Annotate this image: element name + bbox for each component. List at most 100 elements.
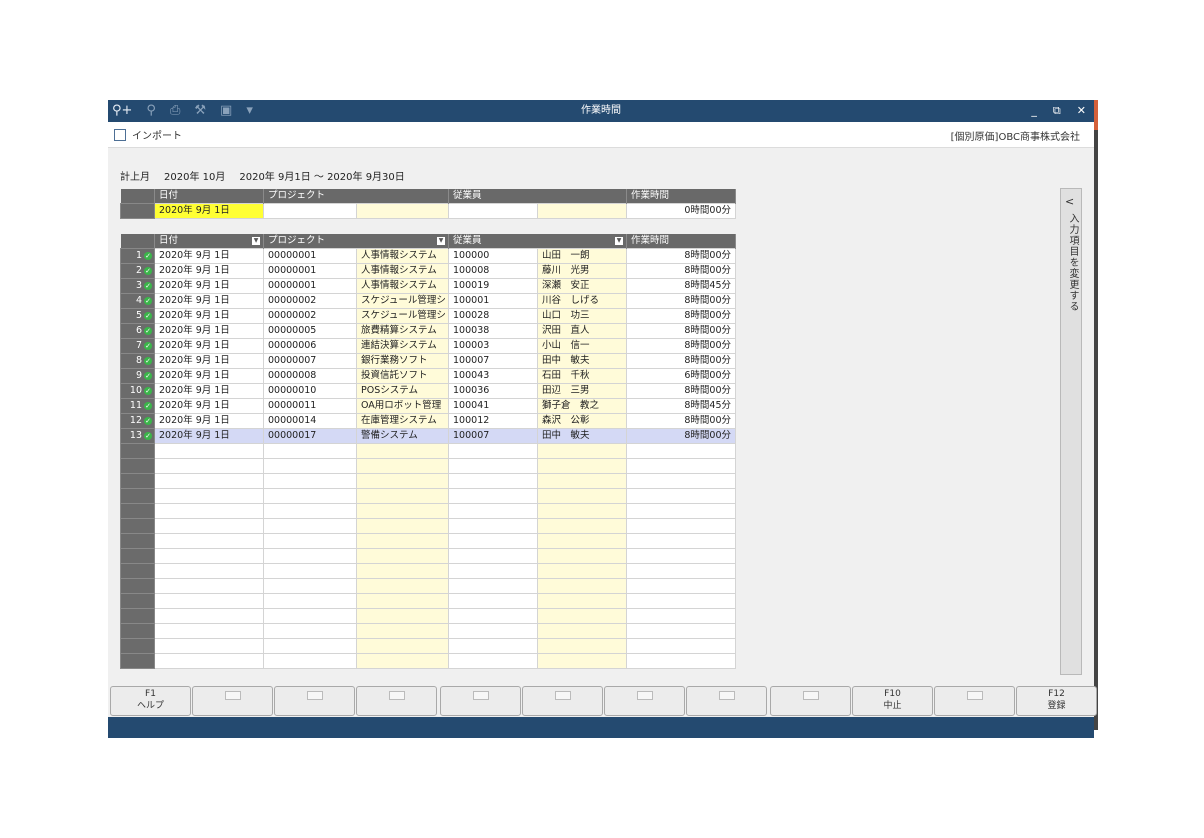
date-cell[interactable] — [154, 548, 264, 564]
table-row[interactable]: 9 ✓ 2020年 9月 1日 00000008 投資信託ソフト 100043 石田 千秋 6… — [120, 368, 737, 384]
employee-code-cell[interactable] — [448, 608, 539, 624]
table-row[interactable]: 7 ✓ 2020年 9月 1日 00000006 連結決算システム 100003 小山 信一… — [120, 338, 737, 354]
project-code-cell[interactable]: 00000001 — [263, 248, 357, 264]
project-code-cell[interactable] — [263, 608, 357, 624]
empty-row[interactable] — [120, 548, 737, 564]
employee-code-cell[interactable]: 100007 — [448, 428, 539, 444]
empty-row[interactable] — [120, 653, 737, 669]
hours-input[interactable]: 0時間00分 — [626, 203, 737, 219]
minimize-button[interactable]: _ — [1031, 100, 1037, 122]
date-cell[interactable]: 2020年 9月 1日 — [154, 413, 264, 429]
empty-row[interactable] — [120, 608, 737, 624]
project-code-cell[interactable]: 00000005 — [263, 323, 357, 339]
hours-cell[interactable]: 6時間00分 — [626, 368, 737, 384]
date-cell[interactable] — [154, 623, 264, 639]
project-code-cell[interactable]: 00000001 — [263, 278, 357, 294]
fkey-blank-button[interactable] — [604, 686, 685, 716]
project-code-cell[interactable] — [263, 623, 357, 639]
project-code-cell[interactable]: 00000001 — [263, 263, 357, 279]
hours-cell[interactable]: 8時間00分 — [626, 248, 737, 264]
date-cell[interactable] — [154, 578, 264, 594]
sort-dropdown-icon[interactable]: ▼ — [615, 237, 624, 245]
table-row[interactable]: 2 ✓ 2020年 9月 1日 00000001 人事情報システム 100008 藤川 光男… — [120, 263, 737, 279]
table-row[interactable]: 1 ✓ 2020年 9月 1日 00000001 人事情報システム 100000 山田 一朗… — [120, 248, 737, 264]
table-row[interactable]: 6 ✓ 2020年 9月 1日 00000005 旅費精算システム 100038 沢田 直人… — [120, 323, 737, 339]
project-code-cell[interactable]: 00000017 — [263, 428, 357, 444]
hours-cell[interactable]: 8時間00分 — [626, 293, 737, 309]
project-code-cell[interactable] — [263, 653, 357, 669]
employee-code-cell[interactable]: 100028 — [448, 308, 539, 324]
employee-code-cell[interactable]: 100000 — [448, 248, 539, 264]
fkey-blank-button[interactable] — [440, 686, 521, 716]
employee-code-cell[interactable] — [448, 593, 539, 609]
empty-row[interactable] — [120, 458, 737, 474]
employee-code-cell[interactable]: 100036 — [448, 383, 539, 399]
close-button[interactable]: ✕ — [1077, 100, 1086, 122]
date-cell[interactable]: 2020年 9月 1日 — [154, 338, 264, 354]
grid-header-date[interactable]: 日付 ▼ — [154, 234, 264, 249]
date-cell[interactable] — [154, 488, 264, 504]
hours-cell[interactable] — [626, 443, 737, 459]
date-cell[interactable] — [154, 518, 264, 534]
project-code-cell[interactable]: 00000014 — [263, 413, 357, 429]
date-cell[interactable]: 2020年 9月 1日 — [154, 353, 264, 369]
employee-code-cell[interactable]: 100038 — [448, 323, 539, 339]
fkey-blank-button[interactable] — [522, 686, 603, 716]
hours-cell[interactable]: 8時間00分 — [626, 353, 737, 369]
project-code-cell[interactable] — [263, 533, 357, 549]
date-cell[interactable]: 2020年 9月 1日 — [154, 293, 264, 309]
project-code-cell[interactable] — [263, 518, 357, 534]
date-cell[interactable] — [154, 458, 264, 474]
hours-cell[interactable]: 8時間00分 — [626, 383, 737, 399]
empty-row[interactable] — [120, 488, 737, 504]
employee-code-cell[interactable]: 100003 — [448, 338, 539, 354]
hours-cell[interactable]: 8時間00分 — [626, 413, 737, 429]
date-cell[interactable]: 2020年 9月 1日 — [154, 278, 264, 294]
fkey-blank-button[interactable] — [192, 686, 273, 716]
hours-cell[interactable] — [626, 488, 737, 504]
empty-row[interactable] — [120, 563, 737, 579]
table-row[interactable]: 11 ✓ 2020年 9月 1日 00000011 OA用ロボット管理 100041 獅子倉… — [120, 398, 737, 414]
hours-cell[interactable] — [626, 593, 737, 609]
date-cell[interactable] — [154, 563, 264, 579]
import-button[interactable]: インポート — [114, 127, 182, 142]
employee-code-cell[interactable]: 100008 — [448, 263, 539, 279]
employee-code-cell[interactable] — [448, 548, 539, 564]
project-code-cell[interactable] — [263, 548, 357, 564]
table-row[interactable]: 4 ✓ 2020年 9月 1日 00000002 スケジュール管理シ 100001 川谷 し… — [120, 293, 737, 309]
hours-cell[interactable]: 8時間00分 — [626, 338, 737, 354]
project-code-cell[interactable]: 00000002 — [263, 308, 357, 324]
hours-cell[interactable]: 8時間00分 — [626, 323, 737, 339]
table-row[interactable]: 5 ✓ 2020年 9月 1日 00000002 スケジュール管理シ 100028 山口 功… — [120, 308, 737, 324]
empty-row[interactable] — [120, 533, 737, 549]
employee-code-cell[interactable] — [448, 458, 539, 474]
hours-cell[interactable] — [626, 458, 737, 474]
table-row[interactable]: 8 ✓ 2020年 9月 1日 00000007 銀行業務ソフト 100007 田中 敏夫 8… — [120, 353, 737, 369]
hours-cell[interactable]: 8時間00分 — [626, 428, 737, 444]
date-cell[interactable]: 2020年 9月 1日 — [154, 323, 264, 339]
project-code-cell[interactable]: 00000010 — [263, 383, 357, 399]
table-row[interactable]: 3 ✓ 2020年 9月 1日 00000001 人事情報システム 100019 深瀬 安正… — [120, 278, 737, 294]
hours-cell[interactable]: 8時間00分 — [626, 263, 737, 279]
fkey-blank-button[interactable] — [770, 686, 851, 716]
project-code-cell[interactable]: 00000008 — [263, 368, 357, 384]
empty-row[interactable] — [120, 518, 737, 534]
project-code-cell[interactable] — [263, 638, 357, 654]
employee-code-cell[interactable] — [448, 653, 539, 669]
date-cell[interactable]: 2020年 9月 1日 — [154, 398, 264, 414]
hours-cell[interactable] — [626, 578, 737, 594]
date-cell[interactable] — [154, 533, 264, 549]
date-cell[interactable]: 2020年 9月 1日 — [154, 383, 264, 399]
employee-code-cell[interactable]: 100001 — [448, 293, 539, 309]
project-code-cell[interactable] — [263, 563, 357, 579]
sort-dropdown-icon[interactable]: ▼ — [437, 237, 446, 245]
restore-button[interactable]: ⧉ — [1053, 100, 1061, 122]
hours-cell[interactable]: 8時間00分 — [626, 308, 737, 324]
project-code-cell[interactable] — [263, 503, 357, 519]
empty-row[interactable] — [120, 443, 737, 459]
grid-header-project[interactable]: プロジェクト ▼ — [263, 234, 450, 249]
employee-code-cell[interactable]: 100041 — [448, 398, 539, 414]
employee-code-input[interactable] — [448, 203, 539, 219]
employee-code-cell[interactable] — [448, 563, 539, 579]
employee-code-cell[interactable]: 100012 — [448, 413, 539, 429]
